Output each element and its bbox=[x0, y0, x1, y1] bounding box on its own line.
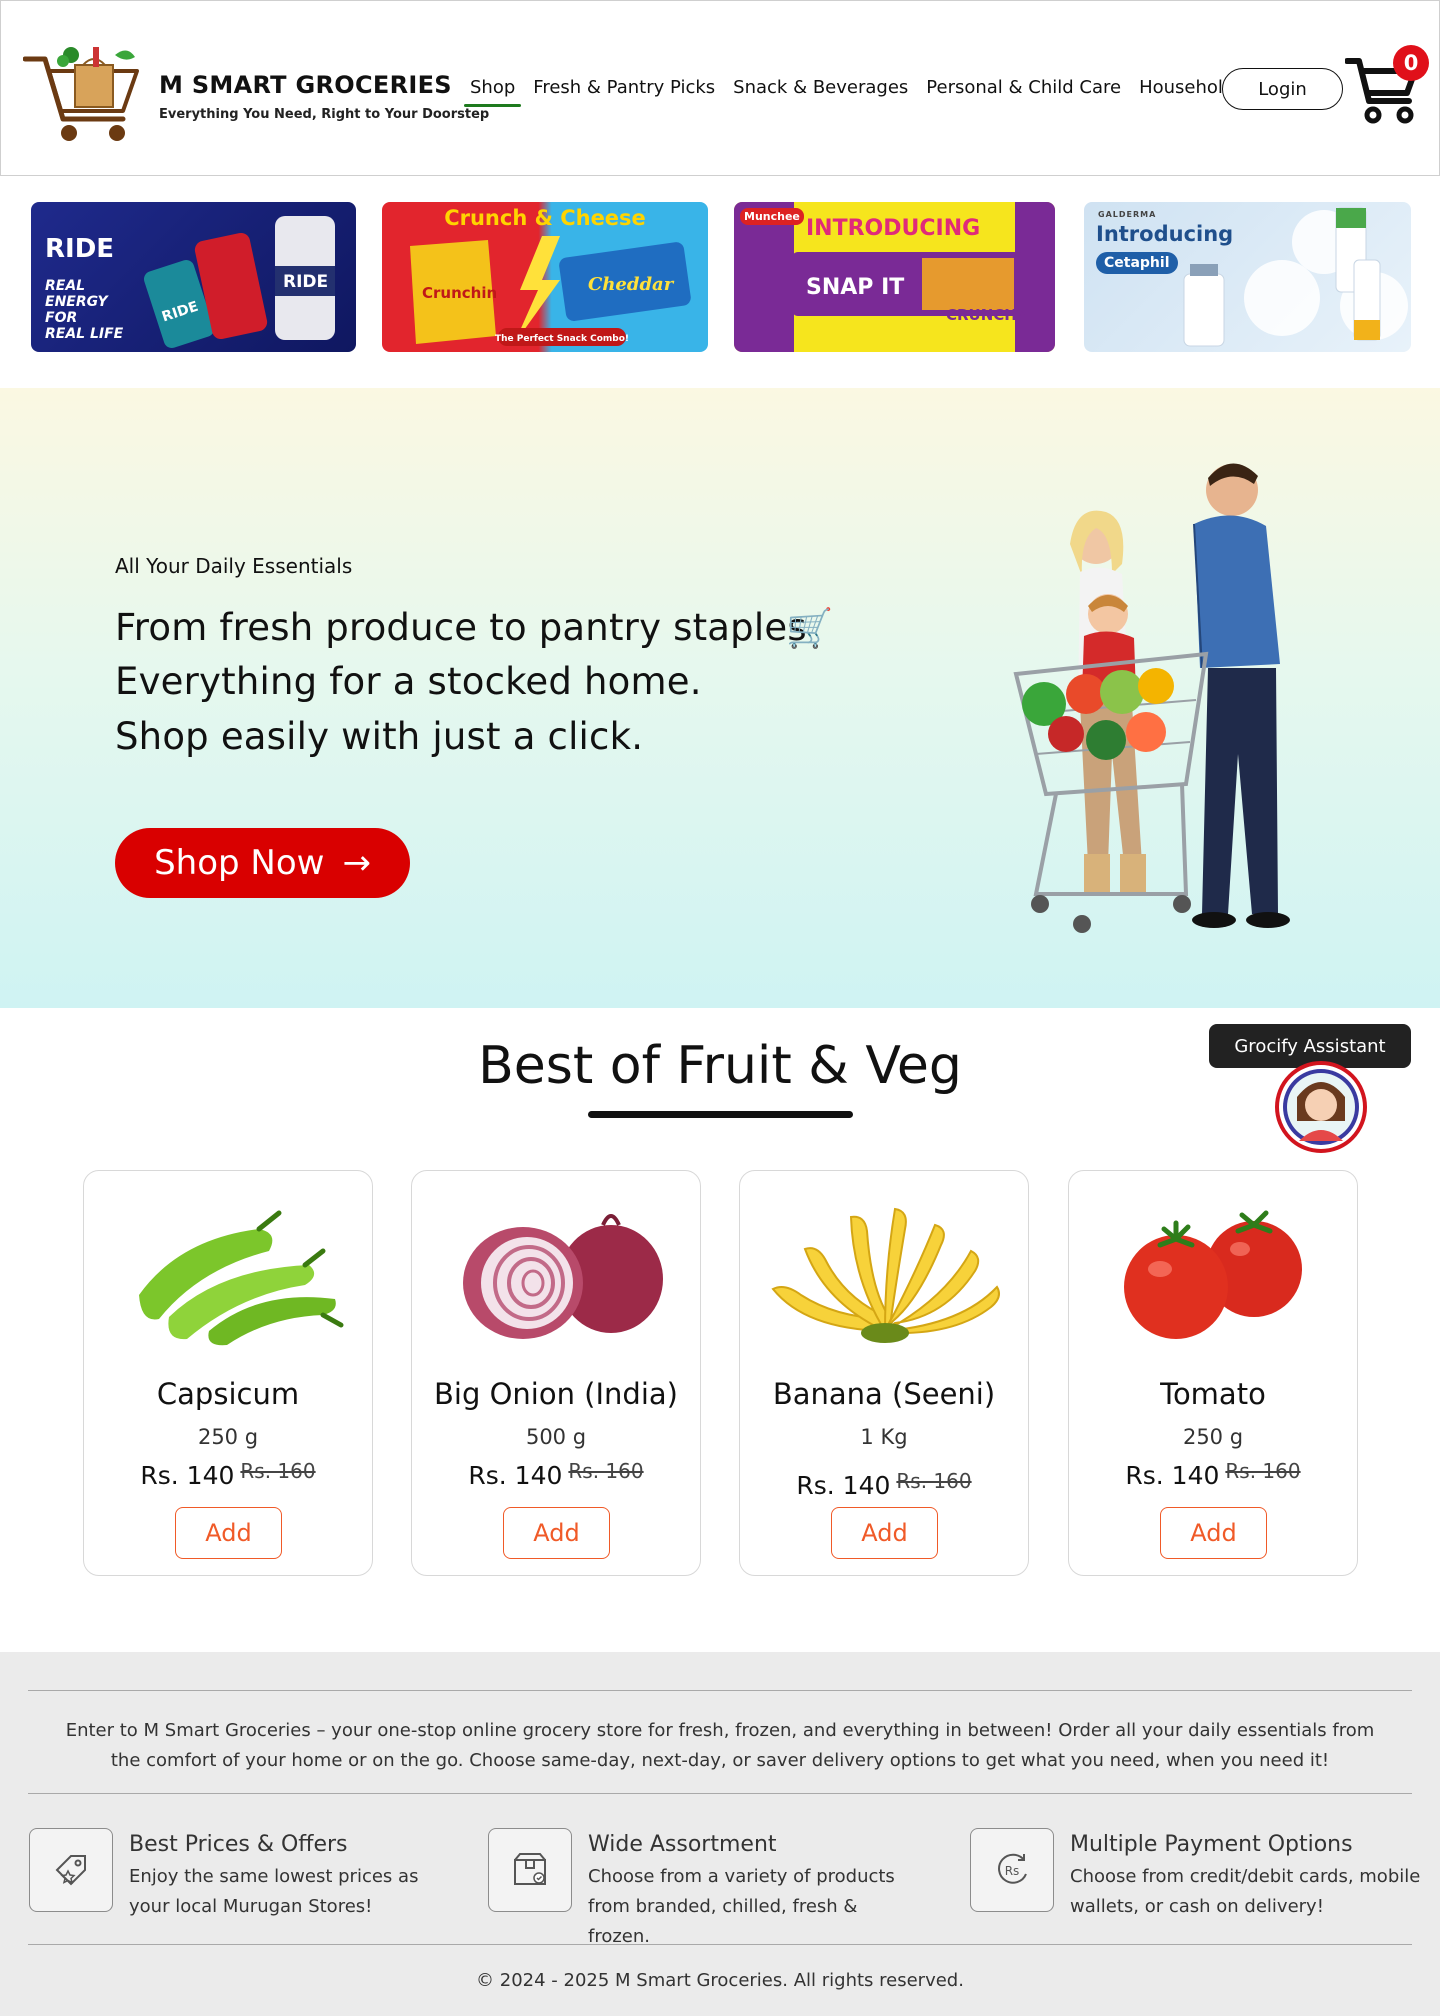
assistant-avatar-icon[interactable] bbox=[1275, 1061, 1367, 1153]
feature-description: Enjoy the same lowest prices as your loc… bbox=[129, 1866, 419, 1917]
price-row: Rs. 140 Rs. 160 bbox=[412, 1459, 700, 1490]
box-icon bbox=[488, 1828, 572, 1912]
feature-description: Choose from credit/debit cards, mobile w… bbox=[1070, 1866, 1421, 1917]
nav-snack-beverages[interactable]: Snack & Beverages bbox=[724, 77, 917, 98]
banner-text: REAL bbox=[45, 278, 86, 294]
site-header: M SMART GROCERIES Everything You Need, R… bbox=[0, 0, 1440, 176]
price-row: Rs. 140 Rs. 160 bbox=[84, 1459, 372, 1490]
footer-divider bbox=[28, 1793, 1412, 1794]
footer-intro: Enter to M Smart Groceries – your one-st… bbox=[65, 1720, 1375, 1771]
brand-tagline: Everything You Need, Right to Your Doors… bbox=[159, 107, 490, 122]
add-to-cart-button[interactable]: Add bbox=[175, 1507, 282, 1559]
add-to-cart-button[interactable]: Add bbox=[1160, 1507, 1267, 1559]
product-size: 1 Kg bbox=[860, 1425, 908, 1449]
arrow-right-icon: → bbox=[342, 843, 371, 883]
price-row: Rs. 140 Rs. 160 bbox=[1069, 1459, 1357, 1490]
energy-can-icon: RIDE RIDE bbox=[143, 216, 335, 348]
shop-now-label: Shop Now bbox=[154, 843, 325, 883]
hero-headline-line-3: Shop easily with just a click. bbox=[115, 715, 644, 758]
hero-kicker: All Your Daily Essentials bbox=[115, 554, 353, 578]
banner-text: The Perfect Snack Combo! bbox=[495, 334, 629, 344]
product-card-capsicum[interactable]: Capsicum 250 g Rs. 140 Rs. 160 Add bbox=[83, 1170, 373, 1576]
banner-munchee-snapit[interactable]: Munchee INTRODUCING SNAP IT CRUNCHY bbox=[734, 202, 1055, 352]
banner-text: Munchee bbox=[740, 208, 804, 225]
banner-text: RIDE bbox=[45, 234, 115, 264]
nav-personal-child-care[interactable]: Personal & Child Care bbox=[917, 77, 1130, 98]
product-old-price: Rs. 160 bbox=[896, 1469, 972, 1493]
banner-text: ENERGY bbox=[45, 294, 108, 310]
hero-headline-line-1: From fresh produce to pantry staples bbox=[115, 606, 807, 649]
banner-text: INTRODUCING bbox=[806, 216, 981, 241]
family-shopping-image bbox=[1013, 463, 1290, 933]
skincare-bottles-icon bbox=[1183, 207, 1408, 347]
nav-shop[interactable]: Shop bbox=[461, 77, 524, 107]
login-button[interactable]: Login bbox=[1222, 68, 1343, 110]
feature-title: Best Prices & Offers bbox=[129, 1832, 348, 1857]
brand-title[interactable]: M SMART GROCERIES bbox=[159, 71, 452, 99]
snack-pack-icon: Crunchin Cheddar The Perfect Snack Combo… bbox=[410, 236, 691, 346]
product-price: Rs. 140 bbox=[796, 1471, 891, 1500]
add-to-cart-button[interactable]: Add bbox=[831, 1507, 938, 1559]
feature-title: Wide Assortment bbox=[588, 1832, 777, 1857]
copyright-text: © 2024 - 2025 M Smart Groceries. All rig… bbox=[476, 1970, 964, 1991]
tomato-image bbox=[1124, 1210, 1302, 1339]
footer-divider bbox=[28, 1690, 1412, 1691]
product-name[interactable]: Tomato bbox=[1069, 1377, 1357, 1411]
title-underline bbox=[588, 1111, 853, 1118]
product-size: 250 g bbox=[1182, 1425, 1244, 1449]
banner-ride-energy-drink[interactable]: RIDE REAL ENERGY FOR REAL LIFE RIDE RIDE bbox=[31, 202, 356, 352]
product-name[interactable]: Capsicum bbox=[84, 1377, 372, 1411]
product-old-price: Rs. 160 bbox=[240, 1459, 316, 1483]
banner-text: GALDERMA bbox=[1098, 210, 1157, 219]
product-card-big-onion[interactable]: Big Onion (India) 500 g Rs. 140 Rs. 160 A… bbox=[411, 1170, 701, 1576]
footer-divider bbox=[28, 1944, 1412, 1945]
product-old-price: Rs. 160 bbox=[1225, 1459, 1301, 1483]
product-size: 500 g bbox=[525, 1425, 587, 1449]
rupee-icon: Rs bbox=[970, 1828, 1054, 1912]
feature-description: Choose from a variety of products from b… bbox=[588, 1866, 895, 1947]
site-footer: Enter to M Smart Groceries – your one-st… bbox=[0, 1652, 1440, 2016]
product-price: Rs. 140 bbox=[140, 1461, 235, 1490]
cart-count-badge: 0 bbox=[1393, 45, 1429, 81]
product-name[interactable]: Banana (Seeni) bbox=[740, 1377, 1028, 1411]
feature-title: Multiple Payment Options bbox=[1070, 1832, 1353, 1857]
banner-cetaphil[interactable]: GALDERMA Introducing Cetaphil bbox=[1084, 202, 1411, 352]
banner-text: REAL LIFE bbox=[45, 326, 124, 342]
banner-text: FOR bbox=[45, 310, 78, 326]
hero-section: All Your Daily Essentials From fresh pro… bbox=[0, 388, 1440, 1008]
banner-text: CRUNCHY bbox=[946, 306, 1028, 324]
nav-fresh-pantry-picks[interactable]: Fresh & Pantry Picks bbox=[524, 77, 724, 98]
banner-text: Crunchin bbox=[422, 284, 497, 302]
main-nav: Shop Fresh & Pantry Picks Snack & Bevera… bbox=[461, 77, 1243, 107]
shop-now-button[interactable]: Shop Now → bbox=[115, 828, 410, 898]
rupee-icon-text: Rs bbox=[1005, 1864, 1020, 1878]
price-row: Rs. 140 Rs. 160 bbox=[740, 1469, 1028, 1500]
product-size: 250 g bbox=[197, 1425, 259, 1449]
hero-headline-line-2: Everything for a stocked home. bbox=[115, 660, 702, 703]
add-to-cart-button[interactable]: Add bbox=[503, 1507, 610, 1559]
banana-image bbox=[771, 1207, 1000, 1343]
product-card-banana[interactable]: Banana (Seeni) 1 Kg Rs. 140 Rs. 160 Add bbox=[739, 1170, 1029, 1576]
promo-banners: RIDE REAL ENERGY FOR REAL LIFE RIDE RIDE… bbox=[31, 202, 1411, 352]
product-price: Rs. 140 bbox=[1125, 1461, 1220, 1490]
banner-crunch-and-cheese[interactable]: Crunch & Cheese Crunchin Cheddar The Per… bbox=[382, 202, 708, 352]
product-price: Rs. 140 bbox=[468, 1461, 563, 1490]
product-name[interactable]: Big Onion (India) bbox=[412, 1377, 700, 1411]
banner-text: Cheddar bbox=[588, 274, 675, 295]
banner-text: RIDE bbox=[283, 272, 328, 292]
capsicum-image bbox=[139, 1210, 344, 1346]
product-card-tomato[interactable]: Tomato 250 g Rs. 140 Rs. 160 Add bbox=[1068, 1170, 1358, 1576]
onion-image bbox=[463, 1214, 663, 1339]
brand-logo-icon[interactable] bbox=[23, 41, 145, 147]
price-tag-icon bbox=[29, 1828, 113, 1912]
shopping-cart-emoji-icon: 🛒 bbox=[786, 606, 834, 650]
banner-text: Crunch & Cheese bbox=[444, 206, 646, 230]
banner-text: SNAP IT bbox=[806, 275, 904, 300]
product-old-price: Rs. 160 bbox=[568, 1459, 644, 1483]
